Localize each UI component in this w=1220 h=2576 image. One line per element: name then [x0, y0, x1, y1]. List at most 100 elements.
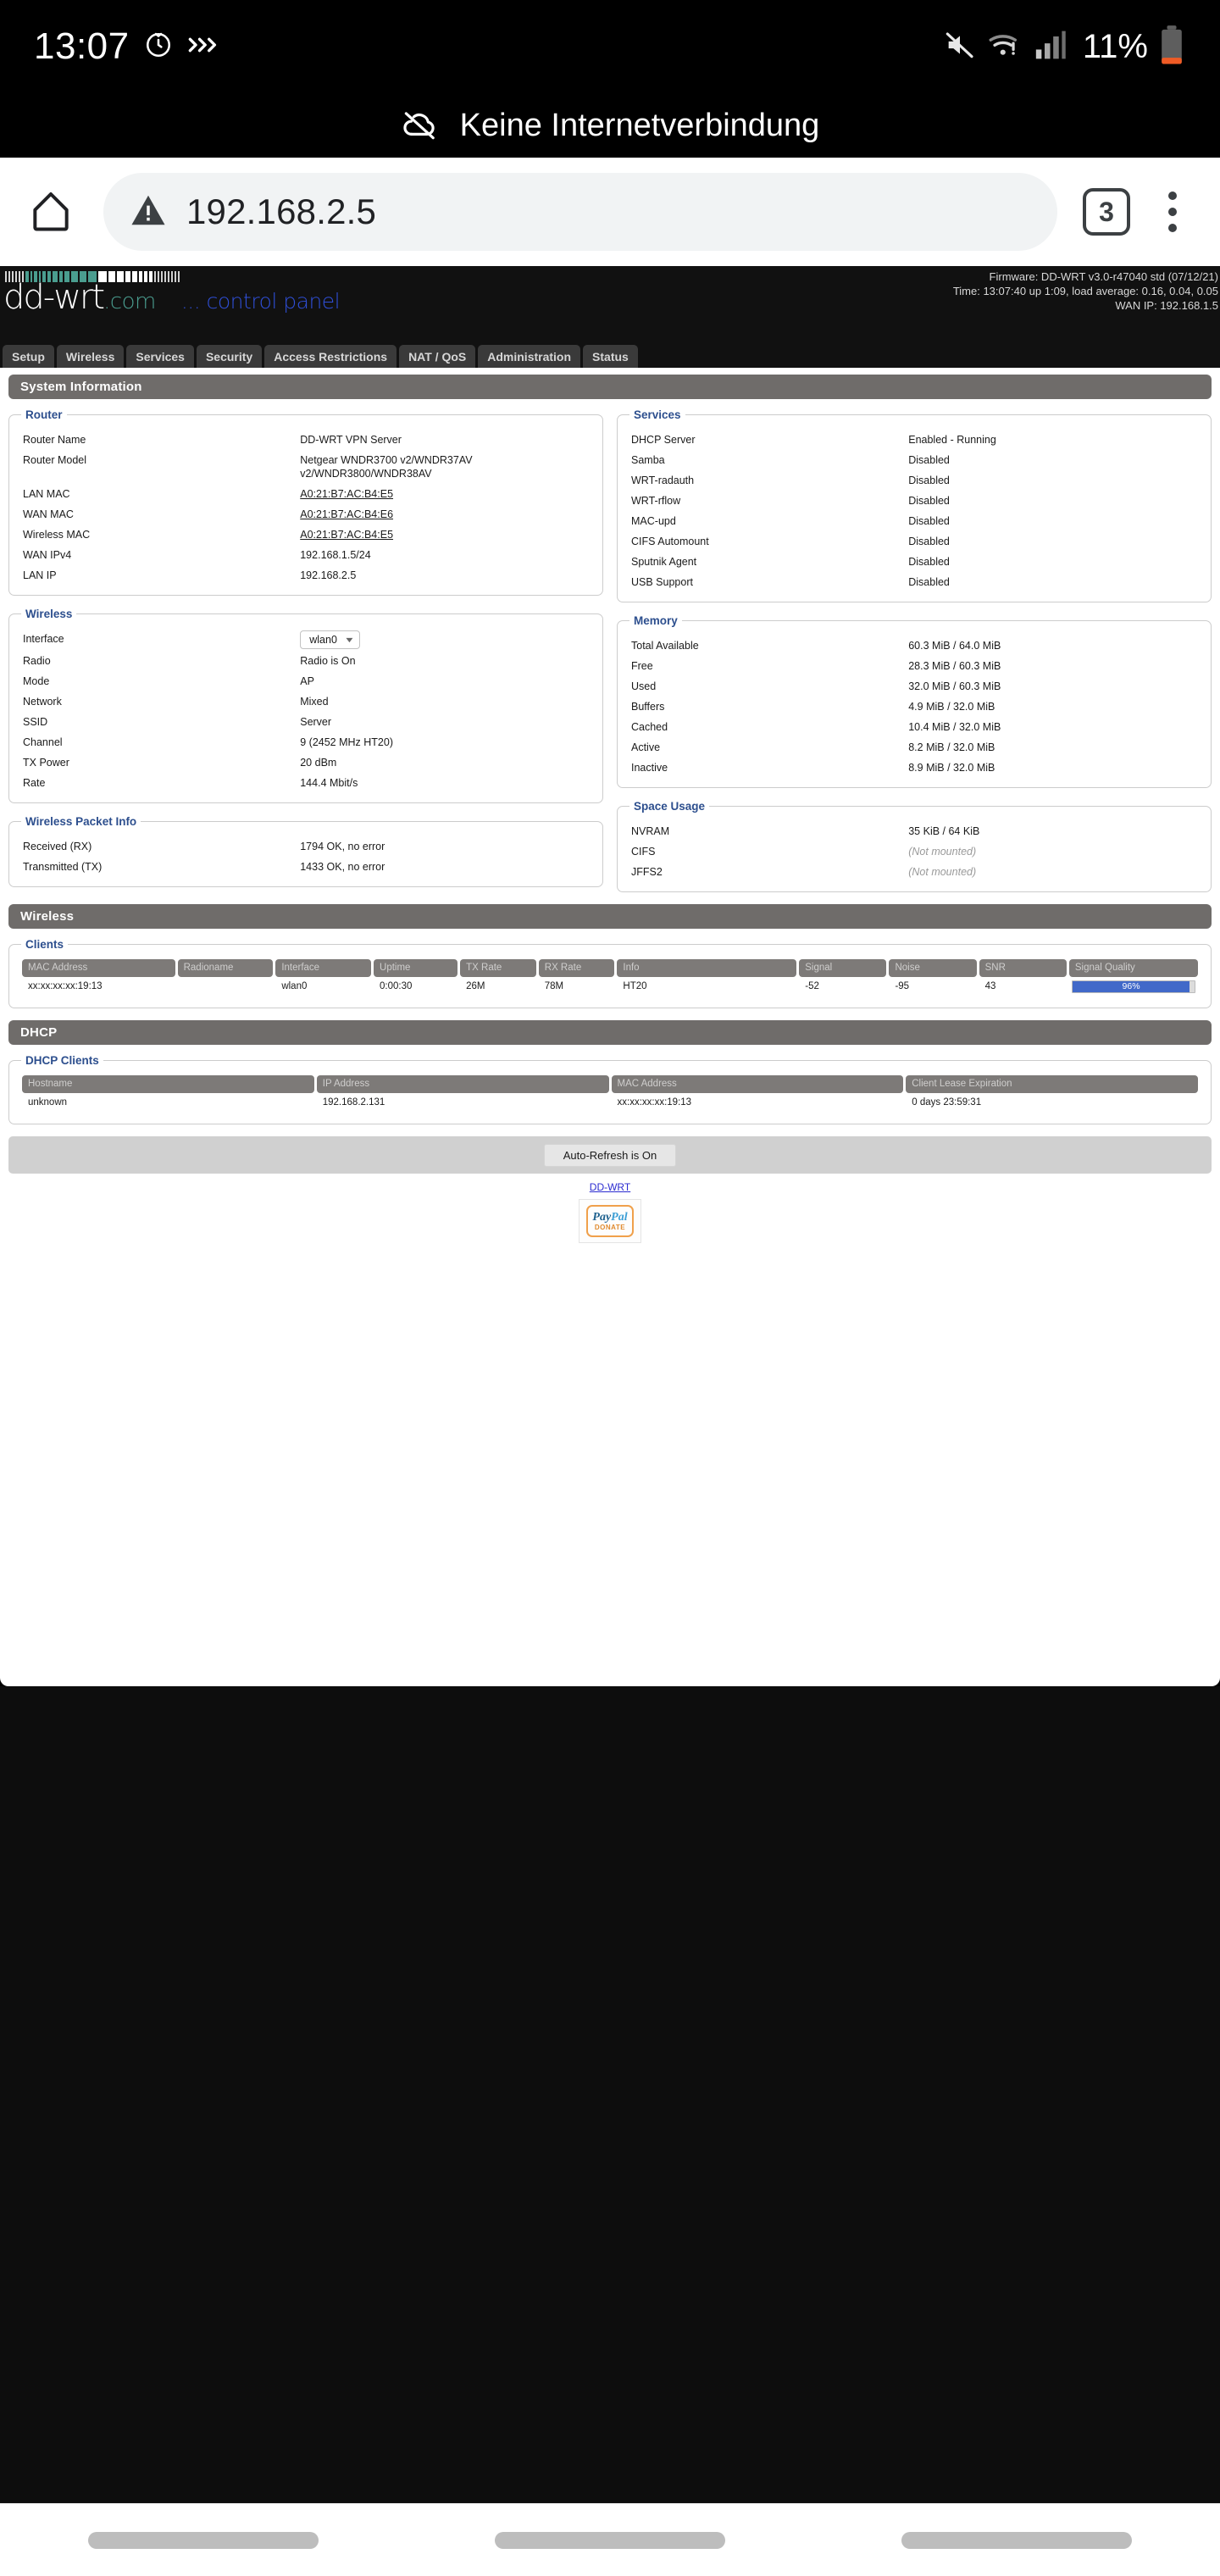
nav-tab-wireless[interactable]: Wireless [56, 345, 125, 368]
page-content: System Information Router Router Name DD-… [0, 368, 1220, 1124]
cell-radioname [178, 977, 274, 998]
nav-tab-nat-qos[interactable]: NAT / QoS [399, 345, 476, 368]
router-value-link[interactable]: A0:21:B7:AC:B4:E5 [300, 529, 393, 541]
router-row: LAN IP 192.168.2.5 [19, 565, 592, 586]
column-header-rx-rate: RX Rate [538, 959, 615, 977]
nav-back-gesture[interactable] [88, 2531, 319, 2549]
memory-row: Used 32.0 MiB / 60.3 MiB [628, 676, 1201, 697]
space-label: JFFS2 [631, 866, 663, 878]
chevron-down-icon: ▼ [343, 636, 356, 644]
router-value: 192.168.1.5/24 [300, 549, 371, 561]
system-information-heading: System Information [8, 375, 1212, 399]
status-bar-right: 11% [943, 0, 1184, 93]
wireless-panel: Wireless Interface wlan0 ▼ Radio Radio is… [8, 608, 603, 803]
router-value-link[interactable]: A0:21:B7:AC:B4:E6 [300, 508, 393, 520]
router-value[interactable]: A0:21:B7:AC:B4:E5 [300, 487, 592, 501]
service-value: Disabled [908, 515, 950, 527]
service-label: DHCP Server [631, 434, 696, 446]
interface-select[interactable]: wlan0 ▼ [300, 630, 360, 649]
memory-label: Buffers [631, 701, 665, 713]
router-label: LAN MAC [23, 488, 70, 500]
wireless-label: SSID [23, 716, 48, 728]
router-row: Router Name DD-WRT VPN Server [19, 430, 592, 450]
nav-tab-administration[interactable]: Administration [478, 345, 581, 368]
space-value: (Not mounted) [908, 866, 977, 878]
router-panel-legend: Router [25, 408, 63, 421]
chevron-double-right-icon [187, 33, 219, 61]
nav-recents-gesture[interactable] [901, 2531, 1132, 2549]
wireless-value: 144.4 Mbit/s [300, 777, 358, 789]
wireless-packet-rows: Received (RX) 1794 OK, no error Transmitte… [19, 836, 592, 877]
router-value-link[interactable]: A0:21:B7:AC:B4:E5 [300, 488, 393, 500]
wireless-clients-header-row: MAC Address Radioname Interface Uptime TX Ra… [22, 959, 1198, 977]
wireless-row: Network Mixed [19, 691, 592, 712]
router-value[interactable]: A0:21:B7:AC:B4:E6 [300, 508, 592, 521]
nav-tab-status[interactable]: Status [583, 345, 638, 368]
memory-value: 28.3 MiB / 60.3 MiB [908, 660, 1001, 672]
dhcp-clients-panel: DHCP Clients Hostname IP Address MAC Addre… [8, 1054, 1212, 1124]
cell-lease: 0 days 23:59:31 [912, 1097, 982, 1108]
auto-refresh-button[interactable]: Auto-Refresh is On [543, 1143, 677, 1167]
memory-row: Cached 10.4 MiB / 32.0 MiB [628, 717, 1201, 737]
cell-signal: -52 [805, 981, 819, 991]
service-value: Disabled [908, 556, 950, 568]
memory-row: Inactive 8.9 MiB / 32.0 MiB [628, 758, 1201, 778]
wireless-value: AP [300, 675, 314, 687]
packet-label: Transmitted (TX) [23, 861, 103, 873]
packet-row: Received (RX) 1794 OK, no error [19, 836, 592, 857]
packet-row: Transmitted (TX) 1433 OK, no error [19, 857, 592, 877]
router-label: Router Model [23, 454, 87, 466]
status-bar-left: 13:07 [34, 25, 219, 68]
memory-label: Active [631, 741, 661, 753]
wireless-row: SSID Server [19, 712, 592, 732]
kebab-menu-icon[interactable] [1149, 185, 1196, 239]
wireless-packet-info-legend: Wireless Packet Info [25, 815, 137, 828]
dhcp-clients-header-row: Hostname IP Address MAC Address Client Leas… [22, 1075, 1198, 1093]
wireless-label: Channel [23, 736, 63, 748]
home-icon[interactable] [24, 185, 78, 239]
nav-tab-setup[interactable]: Setup [3, 345, 54, 368]
nav-tab-security[interactable]: Security [196, 345, 263, 368]
memory-row: Total Available 60.3 MiB / 64.0 MiB [628, 636, 1201, 656]
nav-tab-services[interactable]: Services [126, 345, 194, 368]
service-label: MAC-upd [631, 515, 676, 527]
dhcp-clients-legend: DHCP Clients [25, 1054, 99, 1067]
paypal-donate-label: DONATE [594, 1223, 626, 1231]
space-row: CIFS (Not mounted) [628, 841, 1201, 862]
ddwrt-nav-tabs: Setup Wireless Services Security Access Rest… [0, 344, 1220, 368]
router-value: 192.168.2.5 [300, 569, 357, 581]
address-bar[interactable]: 192.168.2.5 [103, 173, 1057, 251]
memory-value: 8.9 MiB / 32.0 MiB [908, 762, 995, 774]
column-header-uptime: Uptime [374, 959, 458, 977]
packet-value: 1433 OK, no error [300, 861, 385, 873]
nav-tab-access-restrictions[interactable]: Access Restrictions [264, 345, 397, 368]
service-label: WRT-rflow [631, 495, 681, 507]
nav-home-gesture[interactable] [495, 2531, 725, 2549]
column-header-mac-address: MAC Address [611, 1075, 904, 1093]
url-text[interactable]: 192.168.2.5 [186, 192, 376, 232]
cell-rx-rate: 78M [544, 981, 564, 991]
memory-value: 60.3 MiB / 64.0 MiB [908, 640, 1001, 652]
logo-control-panel-text: ... control panel [180, 289, 341, 314]
dhcp-clients-table: Hostname IP Address MAC Address Client Leas… [19, 1075, 1201, 1114]
router-rows: Router Name DD-WRT VPN Server Router Model… [19, 430, 592, 586]
memory-value: 10.4 MiB / 32.0 MiB [908, 721, 1001, 733]
cell-tx-rate: 26M [466, 981, 485, 991]
ddwrt-footer-link[interactable]: DD-WRT [590, 1181, 630, 1193]
paypal-donate-button[interactable]: PayPal DONATE [579, 1199, 641, 1243]
router-row: Router Model Netgear WNDR3700 v2/WNDR37AV… [19, 450, 592, 484]
service-row: WRT-rflow Disabled [628, 491, 1201, 511]
wireless-interface-value: wlan0 ▼ [300, 630, 592, 649]
service-value: Disabled [908, 454, 950, 466]
column-header-signal: Signal [799, 959, 887, 977]
router-value: Netgear WNDR3700 v2/WNDR37AV v2/WNDR3800… [300, 454, 473, 480]
uptime-load: Time: 13:07:40 up 1:09, load average: 0.… [952, 285, 1218, 297]
wifi-warning-icon [988, 28, 1023, 66]
ddwrt-logo: dd-wrt .com ... control panel [3, 278, 341, 317]
wireless-interface-label: Interface [23, 633, 64, 645]
tab-switcher-button[interactable]: 3 [1083, 188, 1130, 236]
router-value[interactable]: A0:21:B7:AC:B4:E5 [300, 528, 592, 541]
wireless-label: TX Power [23, 757, 69, 769]
packet-value: 1794 OK, no error [300, 841, 385, 852]
warning-triangle-icon[interactable] [129, 191, 168, 234]
